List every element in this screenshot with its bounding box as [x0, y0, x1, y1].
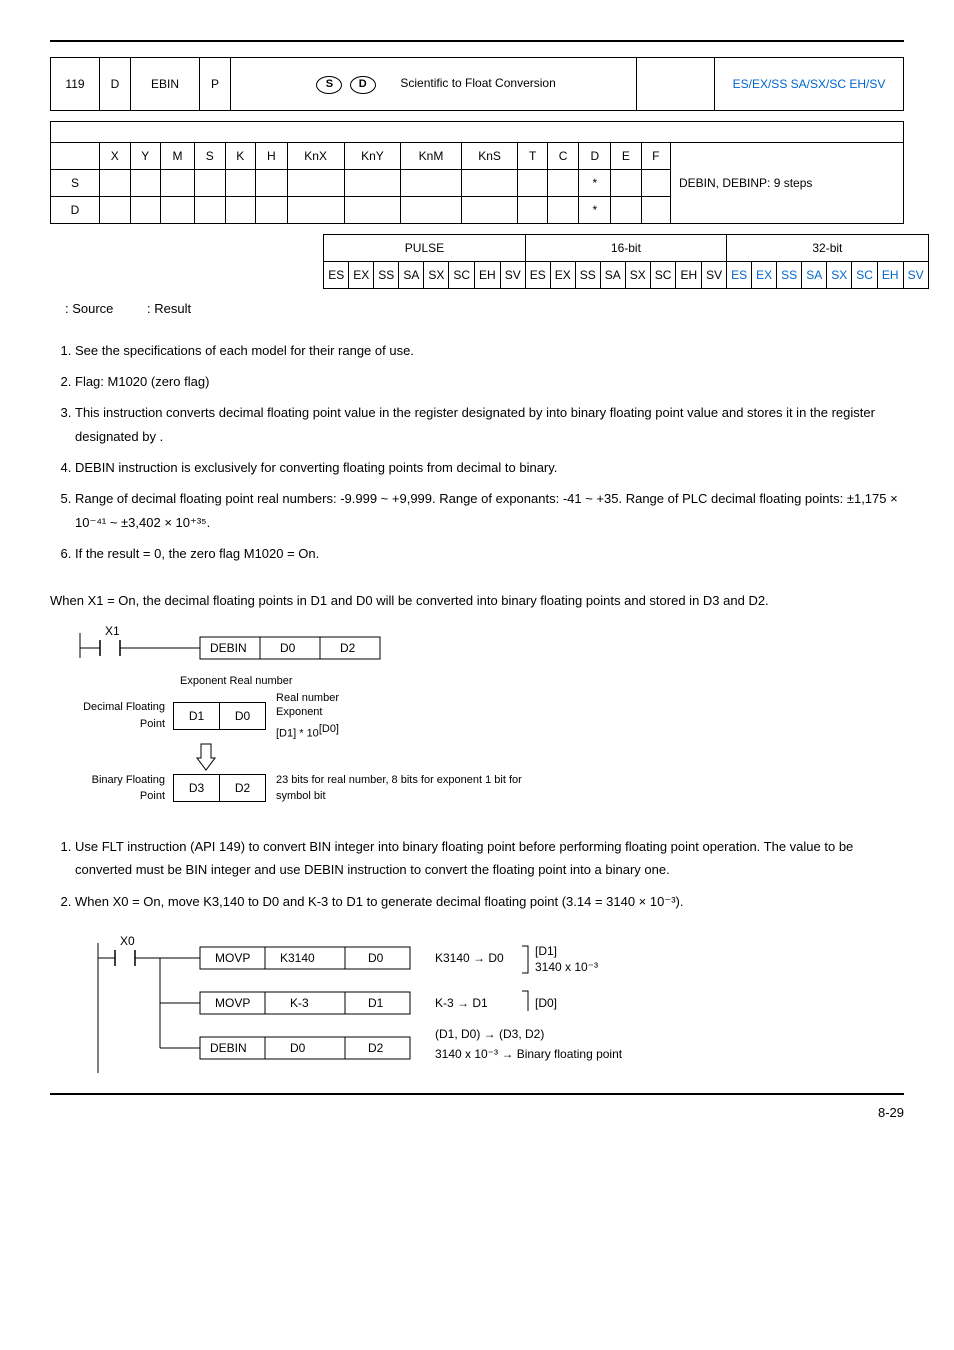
mnemonic: EBIN — [131, 58, 200, 111]
svg-text:(D1, D0) → (D3, D2): (D1, D0) → (D3, D2) — [435, 1027, 544, 1041]
function-desc: S D Scientific to Float Conversion — [304, 58, 562, 111]
conversion-diagram: Exponent Real number Decimal Floating Po… — [70, 673, 904, 805]
svg-text:3140 x 10⁻³: 3140 x 10⁻³ — [535, 960, 598, 974]
svg-text:DEBIN: DEBIN — [210, 641, 247, 655]
page-number: 8-29 — [50, 1093, 904, 1123]
svg-text:[D0]: [D0] — [535, 996, 557, 1010]
operand-table: XYM SKH KnXKnYKnM KnSTC DEF DEBIN, DEBIN… — [50, 121, 904, 224]
ladder-diagram-1: X1 DEBIN D0 D2 — [70, 623, 904, 663]
svg-text:X0: X0 — [120, 934, 135, 948]
remarks-list: Use FLT instruction (API 149) to convert… — [50, 835, 904, 913]
svg-text:MOVP: MOVP — [215, 951, 250, 965]
d-flag: D — [100, 58, 131, 111]
svg-text:D2: D2 — [340, 641, 356, 655]
svg-text:3140 x 10⁻³ → Binary floating: 3140 x 10⁻³ → Binary floating point — [435, 1047, 623, 1061]
svg-text:DEBIN: DEBIN — [210, 1041, 247, 1055]
pulse-table: PULSE 16-bit 32-bit ESEXSSSA SXSCEHSV ES… — [323, 234, 928, 289]
instruction-header-table: 119 D EBIN P S D Scientific to Float Con… — [50, 57, 904, 111]
steps: DEBIN, DEBINP: 9 steps — [671, 143, 904, 224]
svg-text:K3140: K3140 — [280, 951, 315, 965]
p-flag: P — [200, 58, 231, 111]
program-intro: When X1 = On, the decimal floating point… — [50, 591, 904, 611]
svg-text:MOVP: MOVP — [215, 996, 250, 1010]
svg-text:D0: D0 — [280, 641, 296, 655]
svg-text:K-3: K-3 — [290, 996, 309, 1010]
svg-text:K-3 → D1: K-3 → D1 — [435, 996, 488, 1010]
svg-text:D2: D2 — [368, 1041, 384, 1055]
source-result-line: : Source : Result — [50, 299, 904, 319]
explanations-list: See the specifications of each model for… — [50, 339, 904, 566]
ladder-diagram-2: X0 MOVP K3140 D0 K3140 → D0 [D1] 3140 x … — [90, 933, 904, 1083]
svg-text:X1: X1 — [105, 624, 120, 638]
svg-text:D0: D0 — [368, 951, 384, 965]
svg-text:K3140 → D0: K3140 → D0 — [435, 951, 504, 965]
svg-text:D1: D1 — [368, 996, 384, 1010]
api-number: 119 — [51, 58, 100, 111]
svg-text:D0: D0 — [290, 1041, 306, 1055]
svg-text:[D1]: [D1] — [535, 944, 557, 958]
controllers: ES/EX/SS SA/SX/SC EH/SV — [715, 58, 904, 111]
